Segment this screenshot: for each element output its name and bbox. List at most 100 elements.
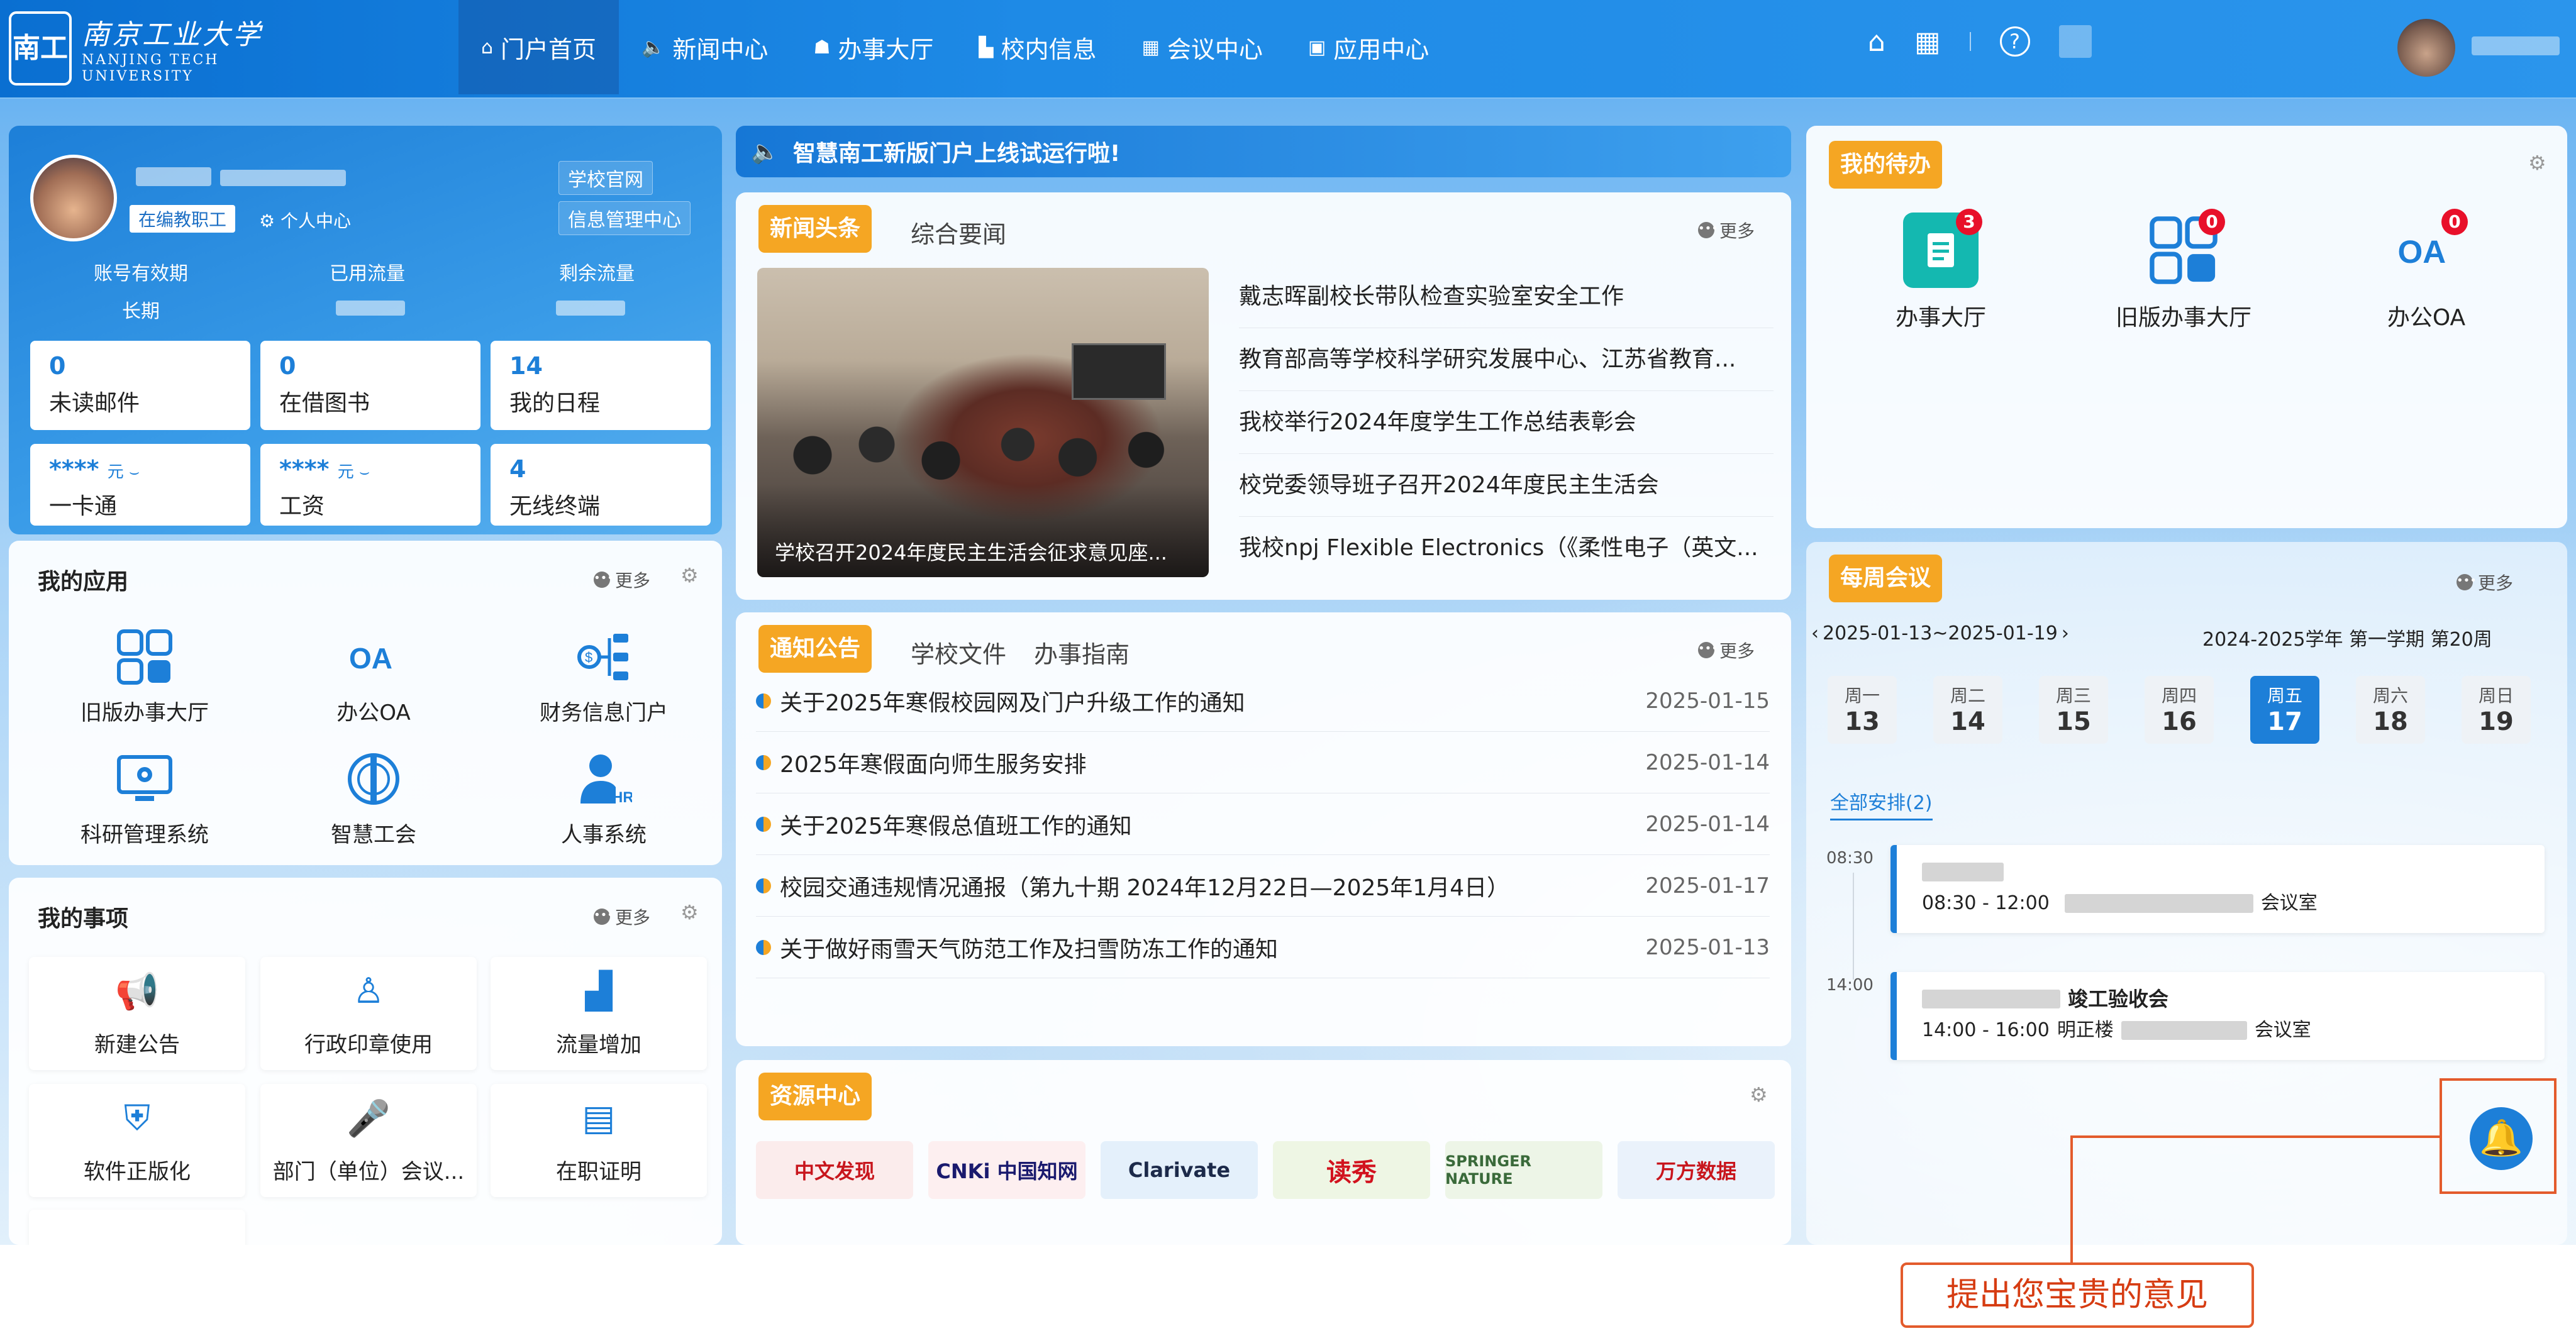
announcement-banner[interactable]: 🔈 智慧南工新版门户上线试运行啦!	[736, 126, 1791, 177]
todo-label: 办事大厅	[1895, 305, 1986, 331]
eye-closed-icon[interactable]: 元 ⌣	[108, 463, 140, 482]
settings-gear-icon[interactable]: ⚙	[1750, 1083, 1768, 1107]
nav-apps-label: 应用中心	[1333, 35, 1430, 64]
tile-campus-card[interactable]: **** 元 ⌣ 一卡通	[30, 444, 250, 526]
oa-icon: OA	[339, 622, 408, 692]
grid-icon[interactable]: ▦	[1914, 26, 1941, 58]
nav-apps[interactable]: ▣ 应用中心	[1285, 0, 1452, 94]
todo-office-oa[interactable]: OA 0 办公OA	[2326, 209, 2527, 332]
news-item[interactable]: 教育部高等学校科学研究发展中心、江苏省教育...	[1239, 328, 1774, 391]
nav-service-hall[interactable]: ☗ 办事大厅	[791, 0, 956, 94]
todo-old-service-hall[interactable]: 0 旧版办事大厅	[2083, 209, 2284, 332]
nav-meeting[interactable]: ▦ 会议中心	[1119, 0, 1285, 94]
meeting-event[interactable]: 竣工验收会 14:00 - 16:00 明正楼 会议室	[1890, 972, 2545, 1060]
chevron-right-icon[interactable]: ›	[2062, 622, 2069, 644]
blurred-icon[interactable]	[2058, 25, 2092, 58]
day-wed[interactable]: 周三 15	[2039, 676, 2108, 744]
svg-text:OA: OA	[349, 642, 392, 675]
todo-count-badge: 3	[1956, 209, 1982, 235]
day-thu[interactable]: 周四 16	[2145, 676, 2214, 744]
todo-service-hall[interactable]: 3 办事大厅	[1840, 209, 2041, 332]
app-hr-system[interactable]: HR 人事系统	[509, 744, 698, 848]
app-smart-union[interactable]: 智慧工会	[279, 744, 468, 848]
profile-avatar[interactable]	[30, 155, 117, 241]
notice-row[interactable]: 关于做好雨雪天气防范工作及扫雪防冻工作的通知 2025-01-13	[756, 917, 1770, 978]
tab-headline-news[interactable]: 新闻头条	[758, 205, 872, 253]
settings-gear-icon[interactable]: ⚙	[680, 563, 699, 587]
news-item[interactable]: 我校npj Flexible Electronics（《柔性电子（英文...	[1239, 517, 1774, 580]
info-center-link[interactable]: 信息管理中心	[558, 201, 691, 235]
resource-wanfang[interactable]: 万方数据	[1618, 1141, 1775, 1199]
matter-software-genuine[interactable]: ⛨ 软件正版化	[29, 1084, 245, 1197]
app-old-service-hall[interactable]: 旧版办事大厅	[50, 622, 239, 726]
matter-traffic-increase[interactable]: ▟ 流量增加	[491, 957, 707, 1070]
person-hr-icon: HR	[569, 744, 638, 814]
matter-partial[interactable]	[29, 1210, 245, 1245]
grid-blocks-icon: 0	[2146, 209, 2225, 288]
personal-center-link[interactable]: ⚙ 个人中心	[259, 207, 351, 233]
day-sun[interactable]: 周日 19	[2462, 676, 2531, 744]
matter-seal-usage[interactable]: ♙ 行政印章使用	[260, 957, 477, 1070]
app-finance-portal[interactable]: $ 财务信息门户	[509, 622, 698, 726]
help-icon[interactable]: ?	[1999, 26, 2030, 57]
news-more[interactable]: ••• 更多	[1698, 218, 1755, 243]
stat-label-validity: 账号有效期	[94, 263, 188, 285]
home-icon[interactable]: ⌂	[1868, 26, 1885, 58]
tile-my-schedule[interactable]: 14 我的日程	[491, 341, 711, 430]
news-item[interactable]: 校党委领导班子召开2024年度民主生活会	[1239, 454, 1774, 517]
tab-general-news[interactable]: 综合要闻	[911, 215, 1006, 250]
matter-new-announcement[interactable]: 📢 新建公告	[29, 957, 245, 1070]
tab-school-files[interactable]: 学校文件	[911, 635, 1006, 670]
day-mon[interactable]: 周一 13	[1828, 676, 1897, 744]
resource-cnki[interactable]: CNKi 中国知网	[928, 1141, 1085, 1199]
tab-guides[interactable]: 办事指南	[1034, 635, 1130, 670]
tile-wireless-terminal[interactable]: 4 无线终端	[491, 444, 711, 526]
meeting-event[interactable]: 08:30 - 12:00 会议室	[1890, 845, 2545, 933]
notice-row[interactable]: 关于2025年寒假校园网及门户升级工作的通知 2025-01-15	[756, 670, 1770, 732]
notice-row[interactable]: 校园交通违规情况通报（第九十期 2024年12月22日—2025年1月4日） 20…	[756, 855, 1770, 917]
nav-news[interactable]: 🔈 新闻中心	[619, 0, 791, 94]
matter-department-meeting[interactable]: 🎤 部门（单位）会议...	[260, 1084, 477, 1197]
resource-clarivate[interactable]: Clarivate	[1101, 1141, 1258, 1199]
tile-salary[interactable]: **** 元 ⌣ 工资	[260, 444, 480, 526]
notice-row[interactable]: 关于2025年寒假总值班工作的通知 2025-01-14	[756, 793, 1770, 855]
settings-gear-icon[interactable]: ⚙	[2528, 151, 2546, 175]
notice-row[interactable]: 2025年寒假面向师生服务安排 2025-01-14	[756, 732, 1770, 793]
school-website-link[interactable]: 学校官网	[558, 161, 653, 195]
day-number: 14	[1950, 707, 1985, 736]
bell-icon[interactable]: 🔔	[2470, 1107, 2533, 1170]
app-office-oa[interactable]: OA 办公OA	[279, 622, 468, 726]
day-tue[interactable]: 周二 14	[1933, 676, 2002, 744]
settings-gear-icon[interactable]: ⚙	[680, 900, 699, 924]
resource-springer-nature[interactable]: SPRINGER NATURE	[1445, 1141, 1602, 1199]
nav-campus-info[interactable]: ▙ 校内信息	[956, 0, 1119, 94]
eye-closed-icon[interactable]: 元 ⌣	[338, 463, 370, 482]
day-sat[interactable]: 周六 18	[2356, 676, 2425, 744]
app-research-management[interactable]: 科研管理系统	[50, 744, 239, 848]
news-item[interactable]: 我校举行2024年度学生工作总结表彰会	[1239, 391, 1774, 454]
resource-chinese-discovery[interactable]: 中文发现	[756, 1141, 913, 1199]
notice-date: 2025-01-17	[1645, 873, 1770, 898]
my-apps-more[interactable]: ••• 更多	[594, 567, 650, 592]
resource-duxiu[interactable]: 读秀	[1273, 1141, 1430, 1199]
more-label: 更多	[615, 907, 651, 928]
news-item[interactable]: 戴志晖副校长带队检查实验室安全工作	[1239, 265, 1774, 328]
all-schedule-tab[interactable]: 全部安排(2)	[1830, 787, 1933, 820]
notices-more[interactable]: ••• 更多	[1698, 638, 1755, 663]
chevron-left-icon[interactable]: ‹	[1811, 622, 1819, 644]
event-place: 会议室	[2254, 1019, 2311, 1041]
user-name-redacted[interactable]	[2472, 36, 2560, 55]
nav-home[interactable]: ⌂ 门户首页	[458, 0, 619, 94]
feedback-button[interactable]: 提出您宝贵的意见	[1901, 1262, 2254, 1328]
meeting-more[interactable]: ••• 更多	[2457, 570, 2513, 595]
logo-badge: 南工	[9, 11, 72, 86]
day-fri-selected[interactable]: 周五 17	[2250, 676, 2319, 744]
university-logo[interactable]: 南工 南京工业大学 NANJING TECH UNIVERSITY	[9, 11, 263, 86]
matter-employment-certificate[interactable]: ▤ 在职证明	[491, 1084, 707, 1197]
my-matters-more[interactable]: ••• 更多	[594, 904, 650, 929]
news-photo[interactable]: 学校召开2024年度民主生活会征求意见座...	[757, 268, 1209, 577]
user-avatar[interactable]	[2397, 19, 2455, 77]
tab-notices[interactable]: 通知公告	[758, 625, 872, 673]
tile-borrowed-books[interactable]: 0 在借图书	[260, 341, 480, 430]
tile-unread-mail[interactable]: 0 未读邮件	[30, 341, 250, 430]
